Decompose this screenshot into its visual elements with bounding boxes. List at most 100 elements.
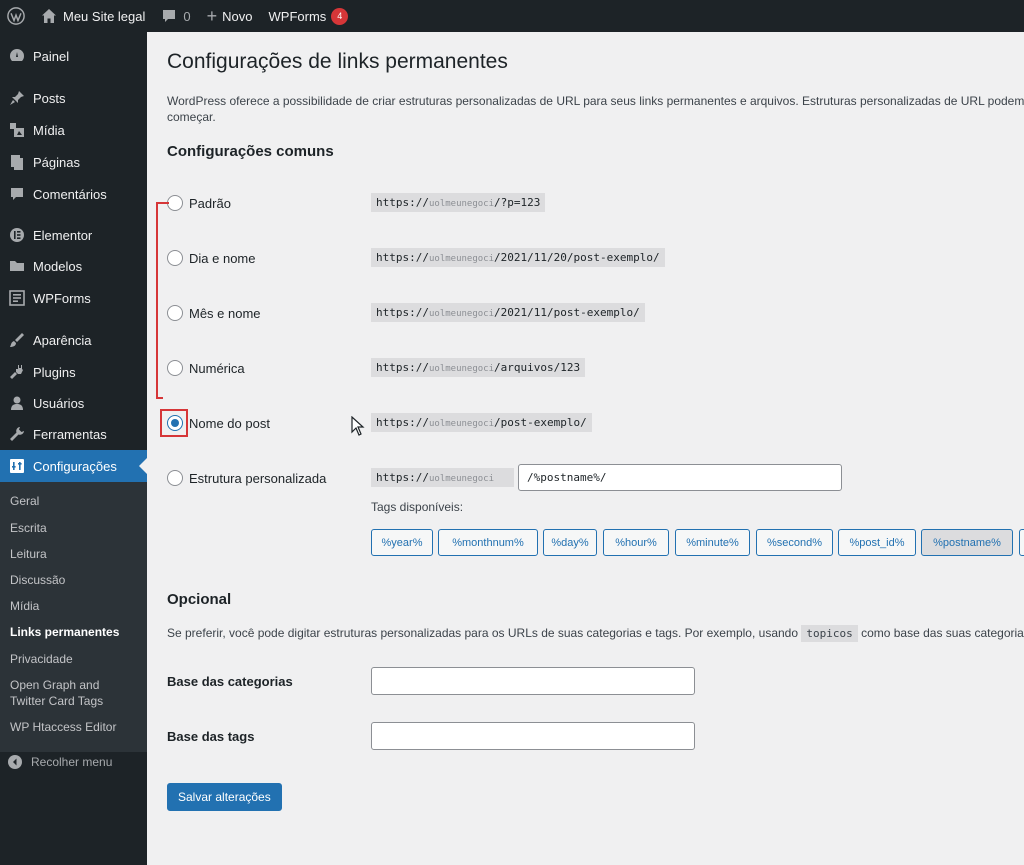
tag-hour-button[interactable]: %hour%: [603, 529, 669, 556]
annotation-highlight-box: [160, 409, 188, 437]
media-icon: [7, 120, 27, 140]
tag-day-button[interactable]: %day%: [543, 529, 597, 556]
notification-badge: 4: [331, 7, 349, 25]
settings-submenu: Geral Escrita Leitura Discussão Mídia Li…: [0, 482, 147, 752]
comment-bubble-icon: [161, 8, 177, 24]
sidebar-item-label: Posts: [33, 90, 66, 106]
url-example-nome-do-post: https://uolmeunegoci/post-exemplo/: [371, 413, 592, 432]
optional-heading: Opcional: [167, 591, 232, 608]
option-numerica[interactable]: Numérica: [167, 356, 245, 380]
sidebar-item-label: Painel: [33, 48, 70, 64]
tag-base-label: Base das tags: [167, 729, 255, 744]
pages-icon: [7, 152, 27, 172]
optional-description: Se preferir, você pode digitar estrutura…: [167, 625, 1024, 642]
pin-icon: [7, 88, 27, 108]
forms-icon: [7, 288, 27, 308]
collapse-menu-button[interactable]: Recolher menu: [7, 754, 112, 770]
optional-text-end: como base das suas categorias, o: [861, 626, 1024, 640]
category-base-input[interactable]: [371, 667, 695, 695]
common-settings-heading: Configurações comuns: [167, 143, 334, 160]
sidebar-item-painel[interactable]: Painel: [0, 40, 147, 72]
tag-postname-button[interactable]: %postname%: [921, 529, 1013, 556]
comments-count: 0: [183, 8, 191, 24]
tag-post-id-button[interactable]: %post_id%: [838, 529, 916, 556]
comments-icon: [7, 184, 27, 204]
wrench-icon: [7, 424, 27, 444]
option-padrao[interactable]: Padrão: [167, 191, 231, 215]
annotation-line-bottom: [156, 397, 163, 399]
sidebar-item-paginas[interactable]: Páginas: [0, 146, 147, 178]
submenu-item-links-permanentes[interactable]: Links permanentes: [10, 624, 140, 640]
url-example-mes-e-nome: https://uolmeunegoci/2021/11/post-exempl…: [371, 303, 645, 322]
plus-icon: +: [206, 6, 218, 26]
submenu-item-open-graph[interactable]: Open Graph and Twitter Card Tags: [10, 677, 110, 709]
submenu-item-leitura[interactable]: Leitura: [10, 546, 140, 562]
new-label: Novo: [222, 8, 253, 24]
submenu-item-midia[interactable]: Mídia: [10, 598, 140, 614]
elementor-icon: [7, 225, 27, 245]
option-label: Numérica: [189, 360, 245, 376]
home-icon: [41, 8, 57, 24]
sidebar-item-elementor[interactable]: Elementor: [0, 219, 147, 251]
settings-icon: [7, 456, 27, 476]
sidebar-item-ferramentas[interactable]: Ferramentas: [0, 418, 147, 450]
save-changes-button[interactable]: Salvar alterações: [167, 783, 282, 811]
tag-base-input[interactable]: [371, 722, 695, 750]
admin-bar: Meu Site legal 0 + Novo WPForms 4: [0, 0, 1024, 32]
sidebar-item-midia[interactable]: Mídia: [0, 114, 147, 146]
sidebar-item-label: Ferramentas: [33, 426, 107, 442]
submenu-item-discussao[interactable]: Discussão: [10, 572, 140, 588]
sidebar-item-aparencia[interactable]: Aparência: [0, 324, 147, 356]
admin-sidebar: Painel Posts Mídia Páginas Comentários E…: [0, 32, 147, 865]
sidebar-item-comentarios[interactable]: Comentários: [0, 178, 147, 210]
radio-dia-e-nome[interactable]: [167, 250, 183, 266]
submenu-item-privacidade[interactable]: Privacidade: [10, 651, 140, 667]
option-mes-e-nome[interactable]: Mês e nome: [167, 301, 261, 325]
tag-minute-button[interactable]: %minute%: [675, 529, 750, 556]
sidebar-item-label: Comentários: [33, 186, 107, 202]
wpforms-link[interactable]: WPForms 4: [261, 0, 357, 32]
page-title: Configurações de links permanentes: [167, 50, 508, 73]
annotation-line-top: [156, 202, 169, 204]
sidebar-item-label: Mídia: [33, 122, 65, 138]
site-name-link[interactable]: Meu Site legal: [33, 0, 153, 32]
submenu-item-escrita[interactable]: Escrita: [10, 520, 140, 536]
sidebar-item-posts[interactable]: Posts: [0, 82, 147, 114]
submenu-item-geral[interactable]: Geral: [10, 493, 140, 509]
dashboard-icon: [7, 46, 27, 66]
optional-keyword: topicos: [801, 625, 858, 642]
sidebar-item-wpforms[interactable]: WPForms: [0, 282, 147, 314]
url-prefix-custom: https://uolmeunegoci: [371, 468, 514, 487]
tag-monthnum-button[interactable]: %monthnum%: [438, 529, 538, 556]
collapse-label: Recolher menu: [31, 755, 113, 769]
comments-link[interactable]: 0: [153, 0, 198, 32]
submenu-item-htaccess-editor[interactable]: WP Htaccess Editor: [10, 719, 140, 735]
sidebar-item-modelos[interactable]: Modelos: [0, 250, 147, 282]
sidebar-item-label: Elementor: [33, 227, 93, 243]
url-example-dia-e-nome: https://uolmeunegoci/2021/11/20/post-exe…: [371, 248, 665, 267]
sidebar-item-label: Páginas: [33, 154, 80, 170]
option-label: Nome do post: [189, 415, 270, 431]
tag-year-button[interactable]: %year%: [371, 529, 433, 556]
sidebar-item-label: Modelos: [33, 258, 83, 274]
new-content-link[interactable]: + Novo: [199, 0, 261, 32]
custom-structure-input[interactable]: /%postname%/: [518, 464, 842, 491]
tag-second-button[interactable]: %second%: [756, 529, 833, 556]
folder-icon: [7, 256, 27, 276]
radio-numerica[interactable]: [167, 360, 183, 376]
option-estrutura-personalizada[interactable]: Estrutura personalizada: [167, 466, 326, 490]
wordpress-logo-icon[interactable]: [0, 0, 33, 32]
optional-text: Se preferir, você pode digitar estrutura…: [167, 626, 799, 640]
option-label: Mês e nome: [189, 305, 261, 321]
tag-more-button[interactable]: [1019, 529, 1024, 556]
sidebar-item-usuarios[interactable]: Usuários: [0, 387, 147, 419]
sidebar-item-configuracoes[interactable]: Configurações: [0, 450, 147, 482]
radio-estrutura-personalizada[interactable]: [167, 470, 183, 486]
radio-mes-e-nome[interactable]: [167, 305, 183, 321]
plugin-icon: [7, 362, 27, 382]
collapse-arrow-icon: [7, 754, 23, 770]
option-dia-e-nome[interactable]: Dia e nome: [167, 246, 255, 270]
sidebar-item-plugins[interactable]: Plugins: [0, 356, 147, 388]
option-label: Estrutura personalizada: [189, 470, 327, 486]
radio-padrao[interactable]: [167, 195, 183, 211]
